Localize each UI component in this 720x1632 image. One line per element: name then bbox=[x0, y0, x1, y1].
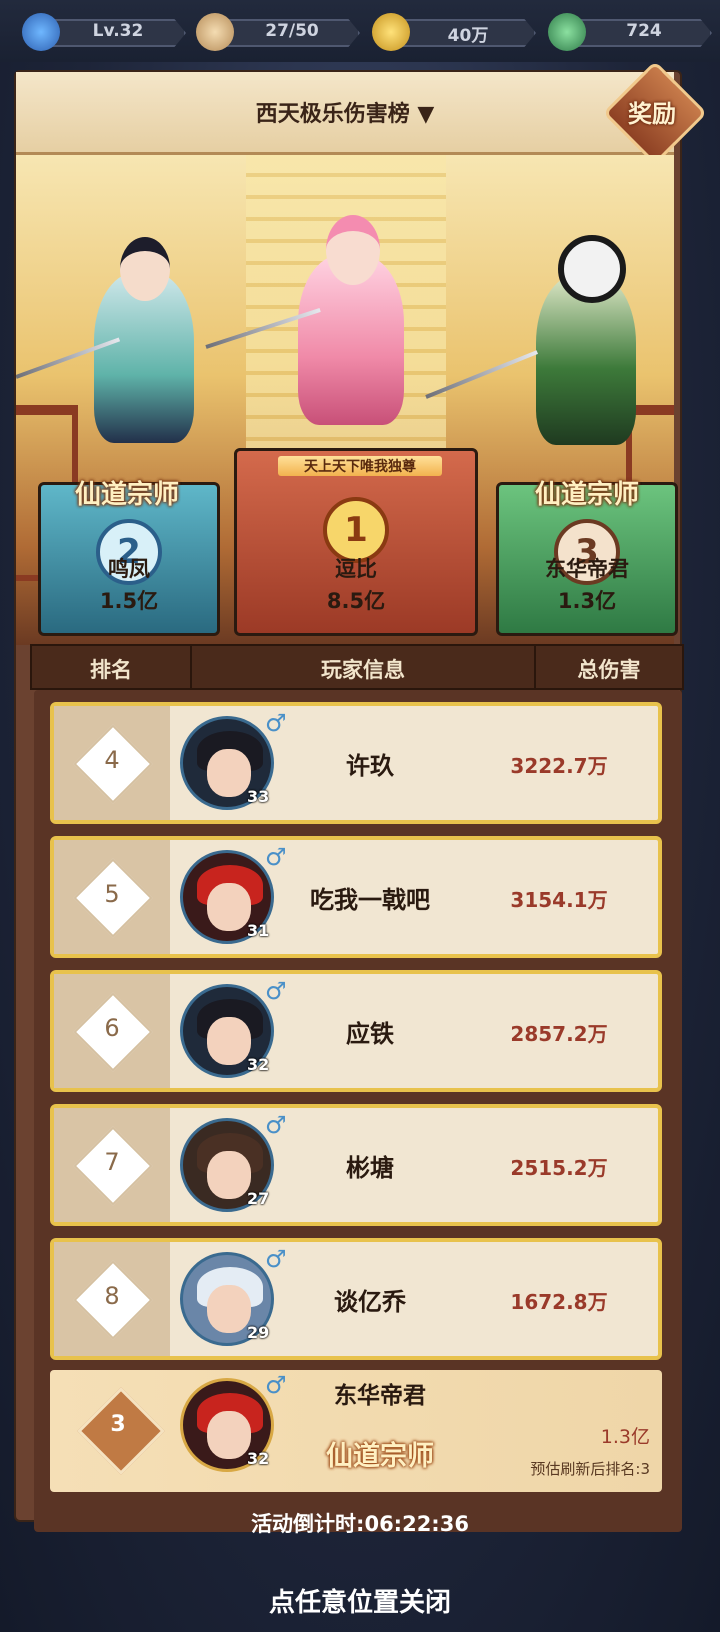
table-row[interactable]: 5 ♂ 31 吃我一戟吧 3154.1万 bbox=[50, 836, 662, 958]
third-place-name: 东华帝君 bbox=[545, 557, 629, 581]
second-place-value: 1.5亿 bbox=[99, 589, 159, 613]
second-place-character[interactable] bbox=[94, 237, 194, 443]
my-title-banner: 仙道宗师 bbox=[326, 1441, 434, 1472]
avatar[interactable]: ♂ 31 bbox=[180, 843, 287, 944]
avatar-face bbox=[207, 1017, 251, 1065]
leaderboard-dropdown[interactable]: 西天极乐伤害榜 ▼ bbox=[16, 96, 674, 128]
avatar-face bbox=[207, 1285, 251, 1333]
event-countdown: 活动倒计时:06:22:36 bbox=[251, 1512, 469, 1536]
player-level: 31 bbox=[247, 921, 270, 940]
level-text: Lv.32 bbox=[92, 21, 144, 41]
my-rank-row[interactable]: 3 ♂ 32 东华帝君 仙道宗师 1.3亿 预估刷新后排名:3 bbox=[50, 1370, 662, 1492]
player-damage: 1672.8万 bbox=[510, 1290, 608, 1314]
third-place-character[interactable] bbox=[536, 235, 636, 445]
my-name: 东华帝君 bbox=[334, 1383, 426, 1409]
male-icon: ♂ bbox=[265, 843, 287, 871]
table-row[interactable]: 6 ♂ 32 应铁 2857.2万 bbox=[50, 970, 662, 1092]
player-level: 32 bbox=[247, 1055, 270, 1074]
avatar-face bbox=[207, 1151, 251, 1199]
swirl-icon bbox=[22, 13, 60, 51]
rank-number: 7 bbox=[104, 1148, 120, 1176]
avatar-face bbox=[207, 1411, 251, 1459]
player-name: 许玖 bbox=[346, 752, 394, 780]
first-place-head bbox=[326, 215, 380, 285]
player-damage: 2515.2万 bbox=[510, 1156, 608, 1180]
avatar[interactable]: ♂ 33 bbox=[180, 709, 287, 810]
first-place-title-tag: 天上天下唯我独尊 bbox=[278, 456, 442, 476]
player-damage: 3222.7万 bbox=[510, 754, 608, 778]
close-hint[interactable]: 点任意位置关闭 bbox=[0, 1582, 720, 1619]
rank-number: 6 bbox=[104, 1014, 120, 1042]
first-place-name: 逗比 bbox=[335, 557, 377, 581]
third-place-value: 1.3亿 bbox=[557, 589, 617, 613]
avatar-face bbox=[207, 883, 251, 931]
second-place-name: 鸣凤 bbox=[108, 557, 150, 581]
male-icon: ♂ bbox=[265, 1245, 287, 1273]
male-icon: ♂ bbox=[265, 1111, 287, 1139]
player-name: 应铁 bbox=[346, 1020, 394, 1048]
table-row[interactable]: 8 ♂ 29 谈亿乔 1672.8万 bbox=[50, 1238, 662, 1360]
player-name: 彬塘 bbox=[346, 1154, 394, 1182]
rank-column-header: 排名 bbox=[90, 658, 132, 682]
my-avatar[interactable]: ♂ 32 bbox=[180, 1371, 287, 1472]
coin-text: 40万 bbox=[447, 26, 489, 46]
jade-text: 724 bbox=[626, 21, 662, 41]
avatar[interactable]: ♂ 27 bbox=[180, 1111, 287, 1212]
resource-bar: Lv.32 27/50 40万 724 bbox=[0, 0, 720, 62]
table-header: 排名 玩家信息 总伤害 bbox=[30, 644, 684, 690]
rank-number: 5 bbox=[104, 880, 120, 908]
first-place-character[interactable] bbox=[298, 215, 404, 425]
first-place-pedestal[interactable]: 1 逗比 8.5亿 bbox=[234, 448, 478, 636]
bun-icon bbox=[196, 13, 234, 51]
second-place-head bbox=[120, 237, 170, 301]
player-column-header: 玩家信息 bbox=[321, 658, 405, 682]
my-level: 32 bbox=[247, 1449, 270, 1468]
rank-number: 4 bbox=[104, 746, 120, 774]
avatar[interactable]: ♂ 32 bbox=[180, 977, 287, 1078]
leaf-icon bbox=[548, 13, 586, 51]
player-damage: 2857.2万 bbox=[510, 1022, 608, 1046]
coin-icon bbox=[372, 13, 410, 51]
player-level: 33 bbox=[247, 787, 270, 806]
male-icon: ♂ bbox=[265, 1371, 287, 1399]
damage-column-header: 总伤害 bbox=[577, 658, 641, 682]
male-icon: ♂ bbox=[265, 977, 287, 1005]
reward-button-label[interactable]: 奖励 bbox=[614, 94, 690, 129]
player-name: 吃我一戟吧 bbox=[310, 886, 430, 914]
player-damage: 3154.1万 bbox=[510, 888, 608, 912]
male-icon: ♂ bbox=[265, 709, 287, 737]
player-name: 谈亿乔 bbox=[334, 1288, 406, 1316]
my-rank-number: 3 bbox=[110, 1412, 126, 1437]
table-row[interactable]: 7 ♂ 27 彬塘 2515.2万 bbox=[50, 1104, 662, 1226]
third-place-banner: 仙道宗师 bbox=[534, 480, 639, 510]
estimated-rank: 预估刷新后排名:3 bbox=[530, 1460, 650, 1478]
avatar[interactable]: ♂ 29 bbox=[180, 1245, 287, 1346]
player-level: 27 bbox=[247, 1189, 270, 1208]
first-place-value: 8.5亿 bbox=[326, 589, 386, 613]
player-level: 29 bbox=[247, 1323, 270, 1342]
avatar-face bbox=[207, 749, 251, 797]
stamina-text: 27/50 bbox=[265, 21, 319, 41]
panda-hat bbox=[558, 235, 626, 303]
second-place-banner: 仙道宗师 bbox=[74, 480, 179, 510]
rank-number: 8 bbox=[104, 1282, 120, 1310]
my-damage: 1.3亿 bbox=[600, 1426, 650, 1448]
table-row[interactable]: 4 ♂ 33 许玖 3222.7万 bbox=[50, 702, 662, 824]
leaderboard-title-bar[interactable]: 西天极乐伤害榜 ▼ bbox=[16, 72, 674, 155]
